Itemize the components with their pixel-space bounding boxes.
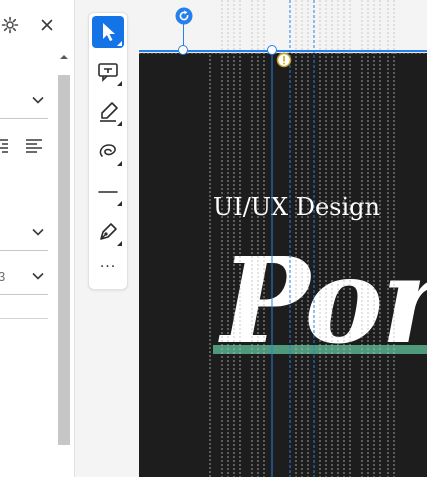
dropdown-1[interactable] [0,84,48,119]
sign-tool[interactable] [92,216,124,248]
highlight-tool[interactable] [92,96,124,128]
chevron-down-icon [32,228,44,236]
properties-panel: 3 [0,0,75,477]
dropdown-value: 3 [0,269,6,284]
panel-divider [0,318,48,319]
dropdown-3[interactable]: 3 [0,260,48,295]
flyout-indicator [117,201,122,206]
rotate-icon[interactable] [175,7,193,25]
flyout-indicator [117,161,122,166]
align-right-icon[interactable] [0,138,10,154]
flyout-indicator [117,81,122,86]
freehand-tool[interactable] [92,136,124,168]
chevron-down-icon [32,272,44,280]
align-left-icon[interactable] [25,138,45,154]
flyout-indicator [117,241,122,246]
flyout-indicator [117,121,122,126]
flyout-indicator [117,41,122,46]
line-tool[interactable] [92,176,124,208]
dropdown-2[interactable] [0,216,48,251]
tool-palette: ··· [88,12,128,290]
scroll-up-arrow-icon[interactable] [59,52,69,62]
select-tool[interactable] [92,16,124,48]
subtitle-text[interactable]: UI/UX Design [213,193,380,221]
text-comment-tool[interactable] [92,56,124,88]
scrollbar-thumb[interactable] [58,75,70,445]
title-text[interactable]: Por [221,231,427,371]
close-icon[interactable] [41,19,53,31]
chevron-down-icon [32,96,44,104]
warning-icon[interactable] [276,52,292,68]
resize-handle-left[interactable] [178,45,188,55]
artboard[interactable]: UI/UX Design Por [139,53,427,477]
more-tools-button[interactable]: ··· [92,259,124,281]
gear-icon[interactable] [1,16,19,34]
